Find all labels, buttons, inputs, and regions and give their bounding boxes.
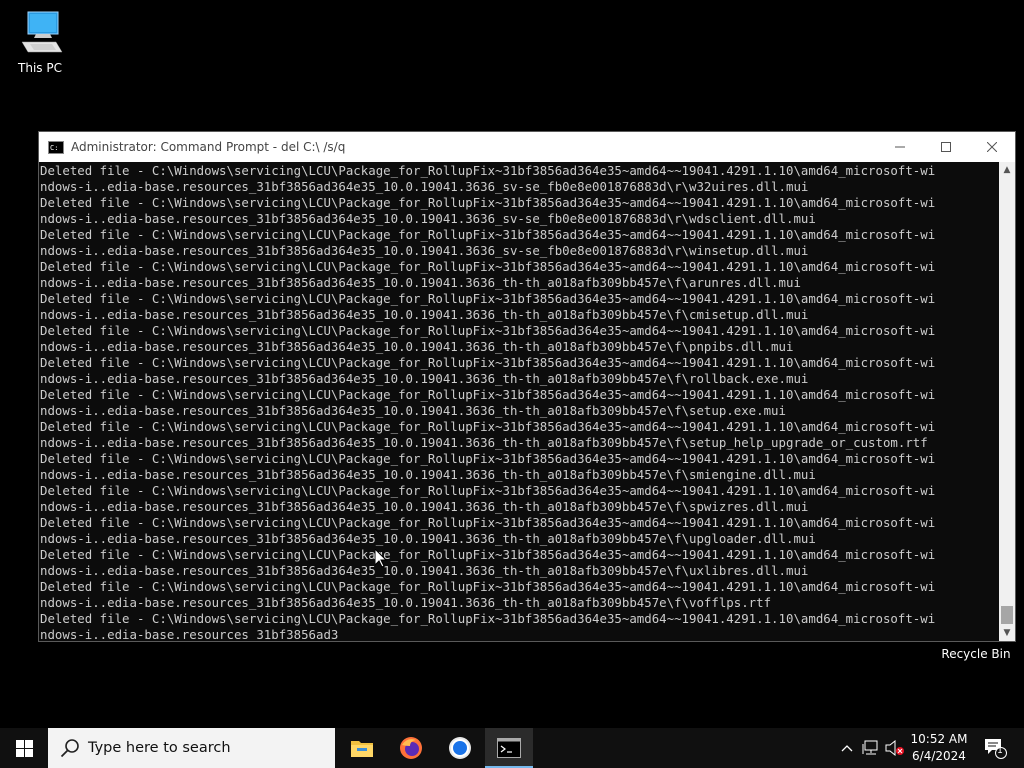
scroll-down-arrow-icon[interactable]: ▼ bbox=[999, 625, 1015, 641]
network-icon bbox=[862, 740, 878, 755]
console-line: ndows-i..edia-base.resources_31bf3856ad3… bbox=[40, 435, 928, 450]
console-line: ndows-i..edia-base.resources_31bf3856ad3… bbox=[40, 243, 809, 258]
console-line: ndows-i..edia-base.resources_31bf3856ad3… bbox=[40, 307, 809, 322]
action-center-button[interactable]: 1 bbox=[980, 728, 1010, 768]
maximize-icon bbox=[941, 142, 951, 152]
console-line: Deleted file - C:\Windows\servicing\LCU\… bbox=[40, 355, 936, 370]
console-line: Deleted file - C:\Windows\servicing\LCU\… bbox=[40, 259, 936, 274]
chrome-icon bbox=[449, 737, 471, 759]
console-line: ndows-i..edia-base.resources_31bf3856ad3… bbox=[40, 339, 794, 354]
console-line: ndows-i..edia-base.resources_31bf3856ad3… bbox=[40, 179, 809, 194]
console-line: Deleted file - C:\Windows\servicing\LCU\… bbox=[40, 579, 936, 594]
computer-icon bbox=[21, 11, 63, 53]
console-line: Deleted file - C:\Windows\servicing\LCU\… bbox=[40, 611, 936, 626]
maximize-button[interactable] bbox=[923, 132, 969, 162]
console-output[interactable]: Deleted file - C:\Windows\servicing\LCU\… bbox=[39, 162, 999, 641]
windows-logo-icon bbox=[15, 739, 33, 757]
search-placeholder: Type here to search bbox=[88, 740, 231, 756]
console-line: ndows-i..edia-base.resources_31bf3856ad3 bbox=[40, 627, 339, 641]
clock-date: 6/4/2024 bbox=[912, 749, 966, 763]
scrollbar-thumb[interactable] bbox=[1001, 606, 1013, 624]
console-line: ndows-i..edia-base.resources_31bf3856ad3… bbox=[40, 499, 809, 514]
file-explorer-icon bbox=[351, 741, 373, 757]
console-line: ndows-i..edia-base.resources_31bf3856ad3… bbox=[40, 595, 772, 610]
this-pc-label: This PC bbox=[18, 61, 62, 75]
notification-count-badge: 1 bbox=[997, 746, 1003, 756]
console-line: ndows-i..edia-base.resources_31bf3856ad3… bbox=[40, 211, 816, 226]
cmd-app-icon: C: bbox=[48, 140, 64, 154]
taskbar-chrome[interactable] bbox=[436, 728, 484, 768]
console-line: Deleted file - C:\Windows\servicing\LCU\… bbox=[40, 227, 936, 242]
close-button[interactable] bbox=[969, 132, 1015, 162]
mouse-cursor-icon bbox=[375, 549, 387, 568]
console-line: Deleted file - C:\Windows\servicing\LCU\… bbox=[40, 387, 936, 402]
console-line: Deleted file - C:\Windows\servicing\LCU\… bbox=[40, 483, 936, 498]
recycle-bin-label: Recycle Bin bbox=[941, 647, 1011, 661]
taskbar-firefox[interactable] bbox=[387, 728, 435, 768]
console-line: ndows-i..edia-base.resources_31bf3856ad3… bbox=[40, 563, 809, 578]
search-icon bbox=[60, 739, 79, 758]
console-line: Deleted file - C:\Windows\servicing\LCU\… bbox=[40, 515, 936, 530]
console-line: ndows-i..edia-base.resources_31bf3856ad3… bbox=[40, 467, 816, 482]
console-line: Deleted file - C:\Windows\servicing\LCU\… bbox=[40, 451, 936, 466]
command-prompt-icon bbox=[497, 738, 521, 758]
console-line: Deleted file - C:\Windows\servicing\LCU\… bbox=[40, 291, 936, 306]
taskbar-search-box[interactable]: Type here to search bbox=[48, 728, 335, 768]
this-pc-desktop-icon[interactable]: This PC bbox=[0, 8, 80, 75]
network-tray-button[interactable] bbox=[860, 728, 882, 768]
console-line: Deleted file - C:\Windows\servicing\LCU\… bbox=[40, 323, 936, 338]
show-hidden-icons-button[interactable] bbox=[838, 728, 856, 768]
close-icon bbox=[987, 142, 997, 152]
console-line: ndows-i..edia-base.resources_31bf3856ad3… bbox=[40, 371, 809, 386]
minimize-icon bbox=[895, 146, 905, 148]
minimize-button[interactable] bbox=[877, 132, 923, 162]
window-titlebar[interactable]: C: Administrator: Command Prompt - del C… bbox=[39, 132, 1015, 162]
scroll-up-arrow-icon[interactable]: ▲ bbox=[999, 162, 1015, 178]
firefox-icon bbox=[400, 737, 422, 759]
console-line: Deleted file - C:\Windows\servicing\LCU\… bbox=[40, 163, 936, 178]
console-line: ndows-i..edia-base.resources_31bf3856ad3… bbox=[40, 403, 786, 418]
taskbar-command-prompt[interactable] bbox=[485, 728, 533, 768]
console-line: ndows-i..edia-base.resources_31bf3856ad3… bbox=[40, 275, 801, 290]
taskbar: Type here to search 10:52 AM 6/4/2024 1 bbox=[0, 728, 1024, 768]
command-prompt-window[interactable]: C: Administrator: Command Prompt - del C… bbox=[38, 131, 1016, 642]
console-line: Deleted file - C:\Windows\servicing\LCU\… bbox=[40, 547, 936, 562]
taskbar-clock[interactable]: 10:52 AM 6/4/2024 bbox=[900, 731, 978, 765]
console-line: Deleted file - C:\Windows\servicing\LCU\… bbox=[40, 195, 936, 210]
start-button[interactable] bbox=[0, 728, 48, 768]
taskbar-file-explorer[interactable] bbox=[338, 728, 386, 768]
clock-time: 10:52 AM bbox=[910, 732, 968, 746]
console-line: Deleted file - C:\Windows\servicing\LCU\… bbox=[40, 419, 936, 434]
console-line: ndows-i..edia-base.resources_31bf3856ad3… bbox=[40, 531, 816, 546]
svg-text:C:: C: bbox=[50, 144, 58, 152]
vertical-scrollbar[interactable]: ▲ ▼ bbox=[999, 162, 1015, 641]
window-title: Administrator: Command Prompt - del C:\ … bbox=[71, 140, 346, 154]
chevron-up-icon bbox=[841, 745, 853, 752]
